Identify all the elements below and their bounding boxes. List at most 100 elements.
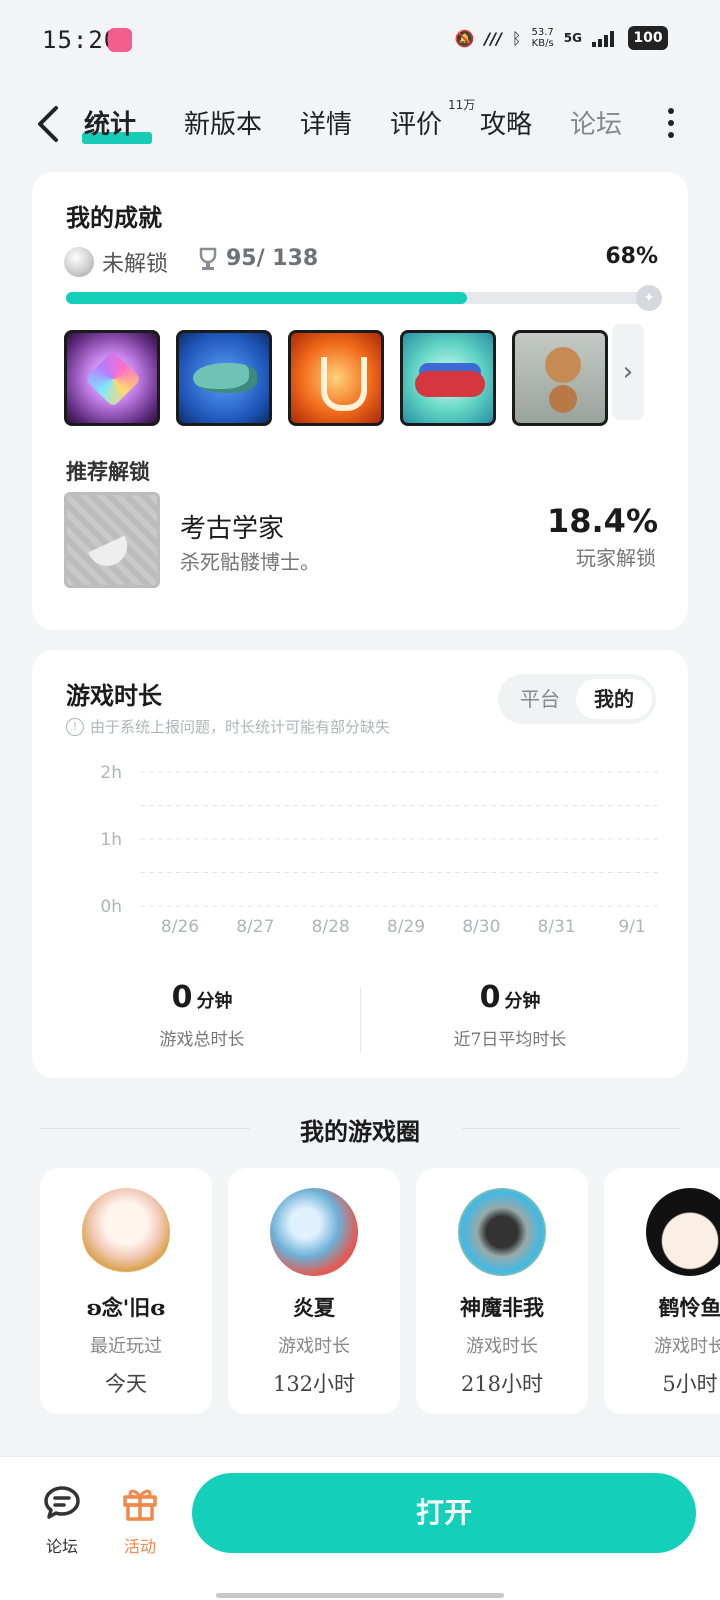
x-tick-label: 8/26 [161, 917, 199, 937]
avg-playtime-label: 近7日平均时长 [453, 1030, 567, 1050]
avatar [270, 1188, 358, 1276]
total-playtime-value: 0 [171, 980, 193, 1015]
y-tick-label: 1h [100, 830, 122, 850]
achievement-badge[interactable] [288, 330, 384, 426]
avatar [458, 1188, 546, 1276]
network-type: 5G [563, 31, 582, 45]
achievement-count: 95/ 138 [198, 246, 318, 271]
friend-card[interactable]: ʚ念'旧ɞ 最近玩过 今天 [40, 1168, 212, 1414]
achievement-badges [64, 330, 608, 426]
toggle-platform[interactable]: 平台 [502, 679, 578, 719]
open-game-button[interactable]: 打开 [192, 1473, 696, 1553]
chevron-right-icon[interactable]: › [612, 324, 644, 420]
net-speed-unit: KB/s [531, 38, 554, 49]
playtime-note: ! 由于系统上报问题，时长统计可能有部分缺失 [66, 716, 390, 737]
achievement-badge[interactable] [64, 330, 160, 426]
total-playtime: 0 分钟 游戏总时长 [52, 980, 352, 1050]
more-menu-icon[interactable] [666, 108, 676, 138]
tab-forum[interactable]: 论坛 [570, 104, 622, 141]
x-tick-label: 8/30 [462, 917, 500, 937]
net-speed: 53.7 KB/s [532, 27, 554, 49]
status-bar: 15:20 🔕 /// ᛒ 53.7 KB/s 5G 100 [0, 0, 720, 80]
achievement-badge[interactable] [512, 330, 608, 426]
tab-reviews[interactable]: 评价 [390, 104, 442, 141]
x-tick-label: 8/31 [538, 917, 576, 937]
battery-icon: 100 [628, 26, 668, 50]
toggle-mine[interactable]: 我的 [576, 679, 652, 719]
home-indicator[interactable] [216, 1593, 504, 1598]
achievement-progress-bar: ✦ [66, 285, 662, 311]
locked-filter[interactable]: 未解锁 [64, 246, 168, 278]
tab-new-version[interactable]: 新版本 [184, 104, 262, 141]
game-circle-title: 我的游戏圈 [300, 1117, 420, 1146]
gift-icon [123, 1489, 157, 1521]
bluetooth-icon: ᛒ [511, 28, 522, 48]
achievement-count-value: 95/ 138 [226, 246, 319, 271]
recommend-description: 杀死骷髅博士。 [180, 550, 320, 574]
recommend-percent: 18.4% [546, 502, 658, 540]
friend-card[interactable]: 鹤怜鱼 游戏时长 5小时 [604, 1168, 720, 1414]
friend-stat-label: 最近玩过 [90, 1336, 162, 1357]
recommend-percent-label: 玩家解锁 [576, 546, 656, 570]
bilibili-notification-icon [108, 28, 132, 52]
tab-details[interactable]: 详情 [300, 104, 352, 141]
recommend-achievement-icon[interactable] [64, 492, 160, 588]
friend-name: 炎夏 [293, 1295, 335, 1320]
status-icons: 🔕 /// ᛒ 53.7 KB/s 5G 100 [454, 26, 668, 50]
divider-line [462, 1128, 680, 1129]
forum-label: 论坛 [45, 1537, 78, 1556]
playtime-card: 游戏时长 ! 由于系统上报问题，时长统计可能有部分缺失 平台 我的 0h 1h 2h… [32, 650, 688, 1078]
tab-stats[interactable]: 统计 [84, 104, 136, 141]
forum-chat-icon [44, 1486, 80, 1519]
achievements-card[interactable]: 我的成就 未解锁 95/ 138 68% ✦ › 推荐解锁 考古学家 杀死骷髅博… [32, 172, 688, 630]
avatar [82, 1188, 170, 1276]
recommend-title: 推荐解锁 [66, 459, 150, 484]
friend-stat-value: 今天 [105, 1372, 147, 1396]
locked-gem-icon [64, 247, 94, 277]
event-nav-button[interactable]: 活动 [110, 1483, 170, 1557]
x-tick-label: 9/1 [618, 917, 645, 937]
friend-stat-value: 132小时 [272, 1372, 356, 1396]
friend-name: 鹤怜鱼 [658, 1295, 720, 1320]
avg-playtime-unit: 分钟 [504, 991, 541, 1012]
playtime-toggle: 平台 我的 [498, 674, 656, 724]
info-icon: ! [66, 717, 84, 736]
event-label: 活动 [123, 1537, 156, 1556]
achievements-title: 我的成就 [66, 203, 162, 232]
avg-playtime: 0 分钟 近7日平均时长 [360, 980, 660, 1050]
tab-guides[interactable]: 攻略 [480, 104, 532, 141]
friends-list: ʚ念'旧ɞ 最近玩过 今天 炎夏 游戏时长 132小时 神魔非我 游戏时长 21… [40, 1168, 720, 1414]
achievement-badge[interactable] [400, 330, 496, 426]
x-tick-label: 8/28 [312, 917, 350, 937]
friend-name: 神魔非我 [460, 1295, 544, 1320]
friend-stat-label: 游戏时长 [466, 1336, 538, 1357]
total-playtime-unit: 分钟 [196, 991, 233, 1012]
bottom-action-bar: 论坛 活动 打开 [0, 1456, 720, 1600]
avatar [646, 1188, 720, 1276]
achievement-percent: 68% [605, 244, 658, 269]
review-count-badge: 11万 [448, 98, 476, 112]
mute-bell-icon: 🔕 [454, 28, 475, 48]
friend-stat-value: 218小时 [460, 1372, 544, 1396]
friend-name: ʚ念'旧ɞ [86, 1295, 166, 1320]
nfc-icon: /// [484, 28, 502, 48]
forum-nav-button[interactable]: 论坛 [32, 1483, 92, 1557]
achievement-badge[interactable] [176, 330, 272, 426]
friend-card[interactable]: 神魔非我 游戏时长 218小时 [416, 1168, 588, 1414]
signal-icon [592, 31, 614, 47]
achievement-progress-fill [66, 292, 468, 304]
friend-card[interactable]: 炎夏 游戏时长 132小时 [228, 1168, 400, 1414]
progress-trophy-icon: ✦ [636, 285, 662, 311]
total-playtime-label: 游戏总时长 [159, 1030, 245, 1050]
x-tick-label: 8/29 [387, 917, 425, 937]
trophy-icon [199, 247, 217, 270]
x-tick-label: 8/27 [236, 917, 274, 937]
y-tick-label: 2h [100, 763, 122, 783]
recommend-name: 考古学家 [180, 514, 285, 544]
playtime-note-text: 由于系统上报问题，时长统计可能有部分缺失 [90, 718, 391, 736]
playtime-chart: 0h 1h 2h 8/26 8/27 8/28 8/29 8/30 8/31 9/1 [100, 763, 662, 937]
y-tick-label: 0h [100, 897, 122, 917]
back-arrow-icon[interactable] [34, 104, 64, 144]
playtime-title: 游戏时长 [66, 681, 162, 710]
friend-stat-label: 游戏时长 [278, 1336, 350, 1357]
